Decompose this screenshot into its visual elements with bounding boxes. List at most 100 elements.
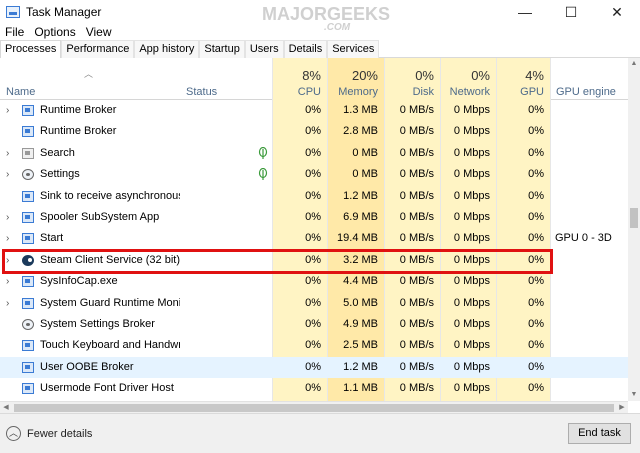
disk-value: 0 MB/s — [399, 125, 434, 138]
tab-startup[interactable]: Startup — [199, 40, 245, 58]
table-row[interactable]: Runtime Broker 0% 2.8 MB 0 MB/s 0 Mbps 0% — [0, 121, 628, 142]
gpu-engine-value: GPU 0 - 3D — [555, 232, 612, 245]
cpu-value: 0% — [305, 146, 321, 159]
expand-chevron-icon[interactable]: › — [6, 164, 9, 185]
minimize-button[interactable]: — — [502, 0, 548, 24]
app-icon — [22, 276, 34, 288]
tab-performance[interactable]: Performance — [61, 40, 135, 58]
disk-value: 0 MB/s — [399, 146, 434, 159]
gear-icon — [22, 169, 34, 181]
end-task-button[interactable]: End task — [568, 423, 631, 444]
scroll-up-icon[interactable]: ▲ — [628, 58, 640, 70]
menu-options[interactable]: Options — [29, 25, 80, 39]
memory-value: 1.2 MB — [343, 360, 378, 373]
table-row[interactable]: › SysInfoCap.exe 0% 4.4 MB 0 MB/s 0 Mbps 0% — [0, 271, 628, 292]
expand-chevron-icon[interactable]: › — [6, 143, 9, 164]
column-network[interactable]: 0% Network — [440, 58, 496, 100]
vertical-scrollbar[interactable]: ▲ ▼ — [628, 58, 640, 401]
table-row[interactable]: › Start 0% 19.4 MB 0 MB/s 0 Mbps 0% GPU 0 - 3D — [0, 228, 628, 249]
cpu-value: 0% — [305, 318, 321, 330]
column-gpu-engine[interactable]: GPU engine — [550, 58, 628, 100]
highlight-box — [2, 249, 553, 274]
maximize-button[interactable]: ☐ — [548, 0, 594, 24]
process-name: User OOBE Broker — [40, 360, 134, 373]
cpu-value: 0% — [305, 296, 321, 309]
menu-file[interactable]: File — [0, 25, 29, 39]
table-header: ︿ Name Status 8% CPU 20% Memory 0% Disk … — [0, 58, 628, 100]
memory-value: 2.8 MB — [343, 125, 378, 138]
table-row[interactable]: System Settings Broker 0% 4.9 MB 0 MB/s 0 Mb… — [0, 314, 628, 335]
gpu-engine-value — [555, 250, 628, 271]
table-row[interactable]: › Search 0% 0 MB 0 MB/s 0 Mbps 0% — [0, 143, 628, 164]
expand-chevron-icon[interactable]: › — [6, 271, 9, 292]
table-row[interactable]: › Spooler SubSystem App 0% 6.9 MB 0 MB/s 0 Mb… — [0, 207, 628, 228]
gpu-value: 0% — [528, 104, 544, 116]
horizontal-scrollbar[interactable]: ◀ ▶ — [0, 401, 628, 413]
close-button[interactable]: ✕ — [594, 0, 640, 24]
gpu-value: 0% — [528, 339, 544, 352]
expand-chevron-icon[interactable]: › — [6, 100, 9, 121]
gpu-engine-value — [555, 378, 628, 399]
tab-details[interactable]: Details — [283, 40, 328, 58]
expand-chevron-icon[interactable]: › — [6, 207, 9, 228]
network-value: 0 Mbps — [453, 275, 490, 288]
memory-value: 4.9 MB — [343, 318, 378, 330]
scroll-down-icon[interactable]: ▼ — [628, 389, 640, 401]
expand-chevron-icon[interactable]: › — [6, 293, 9, 314]
column-status[interactable]: Status — [180, 58, 272, 100]
disk-value: 0 MB/s — [399, 189, 434, 202]
app-icon — [22, 361, 34, 373]
scroll-thumb[interactable] — [630, 208, 638, 228]
gpu-value: 0% — [528, 382, 544, 395]
process-name: Start — [40, 232, 64, 245]
tab-services[interactable]: Services — [327, 40, 380, 58]
app-icon — [22, 297, 34, 309]
tab-app-history[interactable]: App history — [134, 40, 200, 58]
table-row[interactable]: › System Guard Runtime Monitor... 0% 5.0 MB… — [0, 293, 628, 314]
menu-view[interactable]: View — [81, 25, 117, 39]
tab-processes[interactable]: Processes — [0, 40, 62, 59]
column-gpu[interactable]: 4% GPU — [496, 58, 550, 100]
search-icon — [22, 147, 34, 159]
cpu-value: 0% — [305, 339, 321, 352]
table-row[interactable]: Usermode Font Driver Host 0% 1.1 MB 0 MB/s 0… — [0, 378, 628, 399]
hscroll-thumb[interactable] — [14, 404, 614, 412]
process-name: Usermode Font Driver Host — [40, 382, 174, 395]
memory-value: 1.2 MB — [343, 189, 378, 202]
process-name: Settings — [40, 168, 80, 181]
gpu-engine-value — [555, 357, 628, 378]
gpu-value: 0% — [528, 146, 544, 159]
disk-value: 0 MB/s — [399, 382, 434, 395]
expand-chevron-icon[interactable]: › — [6, 228, 9, 249]
gpu-value: 0% — [528, 318, 544, 330]
column-disk[interactable]: 0% Disk — [384, 58, 440, 100]
table-row[interactable]: User OOBE Broker 0% 1.2 MB 0 MB/s 0 Mbps 0% — [0, 356, 628, 379]
app-icon — [22, 105, 34, 116]
column-memory[interactable]: 20% Memory — [327, 58, 384, 100]
network-value: 0 Mbps — [453, 168, 490, 181]
disk-value: 0 MB/s — [399, 339, 434, 352]
app-icon — [22, 233, 34, 245]
network-value: 0 Mbps — [453, 382, 490, 395]
task-manager-icon — [6, 6, 20, 18]
table-row[interactable]: Sink to receive asynchronous ca... 0% 1.2 … — [0, 186, 628, 207]
memory-value: 1.3 MB — [343, 104, 378, 116]
tab-users[interactable]: Users — [244, 40, 284, 58]
memory-value: 19.4 MB — [337, 232, 378, 245]
fewer-details-button[interactable]: ︿ Fewer details — [6, 426, 92, 441]
table-row[interactable]: › Settings 0% 0 MB 0 MB/s 0 Mbps 0% — [0, 164, 628, 185]
network-value: 0 Mbps — [453, 360, 490, 373]
gpu-value: 0% — [528, 360, 544, 373]
disk-value: 0 MB/s — [399, 232, 434, 245]
disk-value: 0 MB/s — [399, 296, 434, 309]
disk-value: 0 MB/s — [399, 211, 434, 223]
fewer-details-label: Fewer details — [27, 427, 93, 440]
disk-value: 0 MB/s — [399, 275, 434, 288]
process-name: SysInfoCap.exe — [40, 275, 118, 288]
table-row[interactable]: Touch Keyboard and Handwriti... 0% 2.5 MB 0… — [0, 335, 628, 356]
table-row[interactable]: › Runtime Broker 0% 1.3 MB 0 MB/s 0 Mbps 0% — [0, 100, 628, 121]
column-cpu[interactable]: 8% CPU — [272, 58, 327, 100]
app-icon — [22, 126, 34, 138]
network-value: 0 Mbps — [453, 104, 490, 116]
column-name[interactable]: Name — [0, 58, 180, 100]
